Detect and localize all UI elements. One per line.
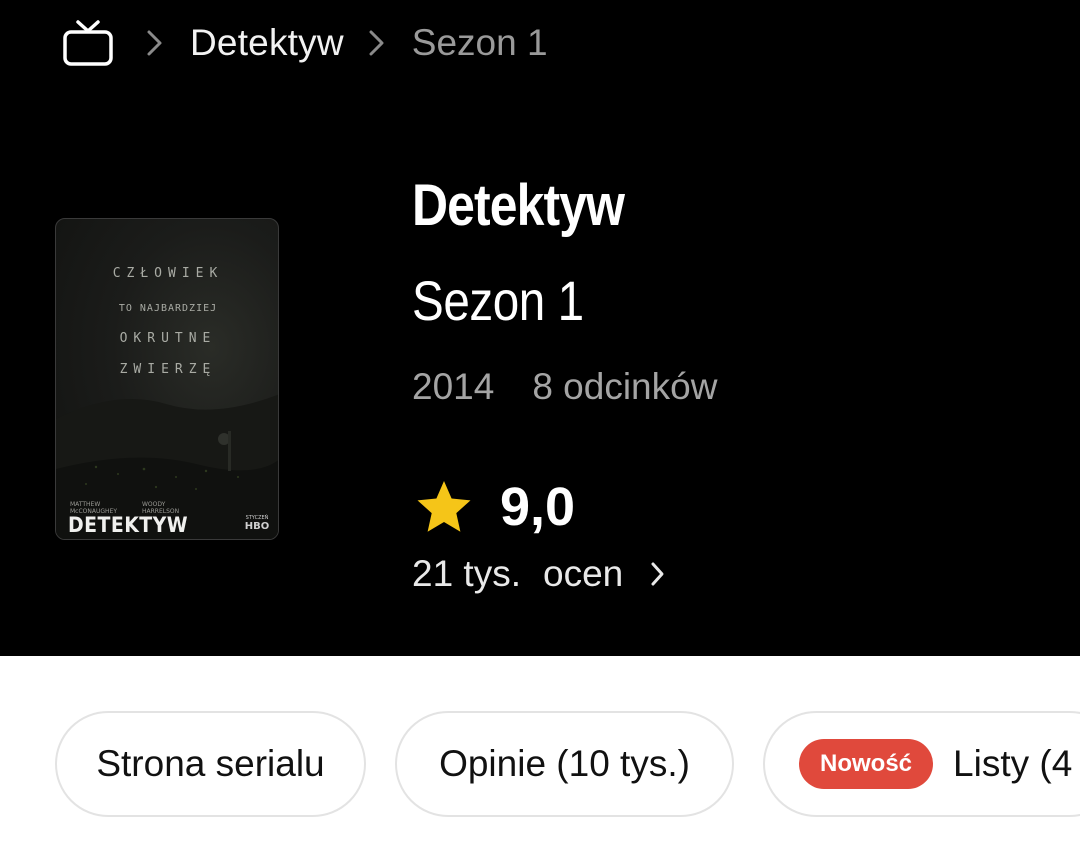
votes-label: ocen — [543, 553, 624, 594]
poster-tagline-line: OKRUTNE — [119, 331, 217, 346]
breadcrumb-current-season: Sezon 1 — [411, 22, 548, 63]
star-icon — [417, 481, 471, 532]
poster-actor-first-name: MATTHEW — [70, 501, 101, 508]
season-header: Detektyw Sezon 1 CZŁOWIEK TO NAJBARDZIEJ — [0, 0, 1080, 656]
chevron-right-icon — [147, 30, 162, 56]
tv-icon[interactable] — [62, 19, 114, 67]
reviews-label: Opinie (10 tys.) — [439, 743, 690, 784]
votes-link[interactable]: 21 tys. ocen — [412, 553, 667, 595]
breadcrumb: Detektyw Sezon 1 — [62, 18, 548, 68]
breadcrumb-series-link[interactable]: Detektyw — [190, 22, 344, 64]
new-badge: Nowość — [799, 739, 934, 789]
poster-title: DETEKTYW — [68, 513, 189, 537]
poster-actor-first-name: WOODY — [142, 501, 166, 508]
season-year: 2014 — [412, 366, 495, 407]
series-page-button[interactable]: Strona serialu — [55, 711, 366, 817]
chevron-right-icon — [651, 562, 664, 586]
rating-value: 9,0 — [500, 477, 576, 537]
episode-count: 8 odcinków — [532, 366, 718, 407]
reviews-button[interactable]: Opinie (10 tys.) — [395, 711, 734, 817]
series-title: Detektyw — [412, 173, 625, 238]
poster-tagline-line: CZŁOWIEK — [112, 266, 224, 281]
lists-button[interactable]: Nowość Listy (4 — [763, 711, 1080, 817]
poster-tagline-line: ZWIERZĘ — [119, 362, 217, 377]
poster-network: STYCZEŃ HBO — [242, 515, 272, 532]
season-meta: 2014 8 odcinków — [412, 366, 717, 408]
season-page: Detektyw Sezon 1 CZŁOWIEK TO NAJBARDZIEJ — [0, 0, 1080, 846]
series-page-label: Strona serialu — [96, 743, 325, 784]
chevron-right-icon — [369, 30, 384, 56]
season-title: Sezon 1 — [412, 269, 584, 332]
season-tabs: Strona serialu Opinie (10 tys.) Nowość L… — [0, 656, 1080, 846]
hbo-logo: HBO — [244, 521, 270, 532]
season-poster[interactable]: CZŁOWIEK TO NAJBARDZIEJ OKRUTNE ZWIERZĘ … — [55, 218, 279, 540]
lists-label: Listy (4 — [953, 743, 1073, 784]
votes-count: 21 tys. — [412, 553, 521, 594]
poster-tagline-line: TO NAJBARDZIEJ — [118, 303, 218, 314]
rating: 9,0 — [414, 476, 575, 538]
